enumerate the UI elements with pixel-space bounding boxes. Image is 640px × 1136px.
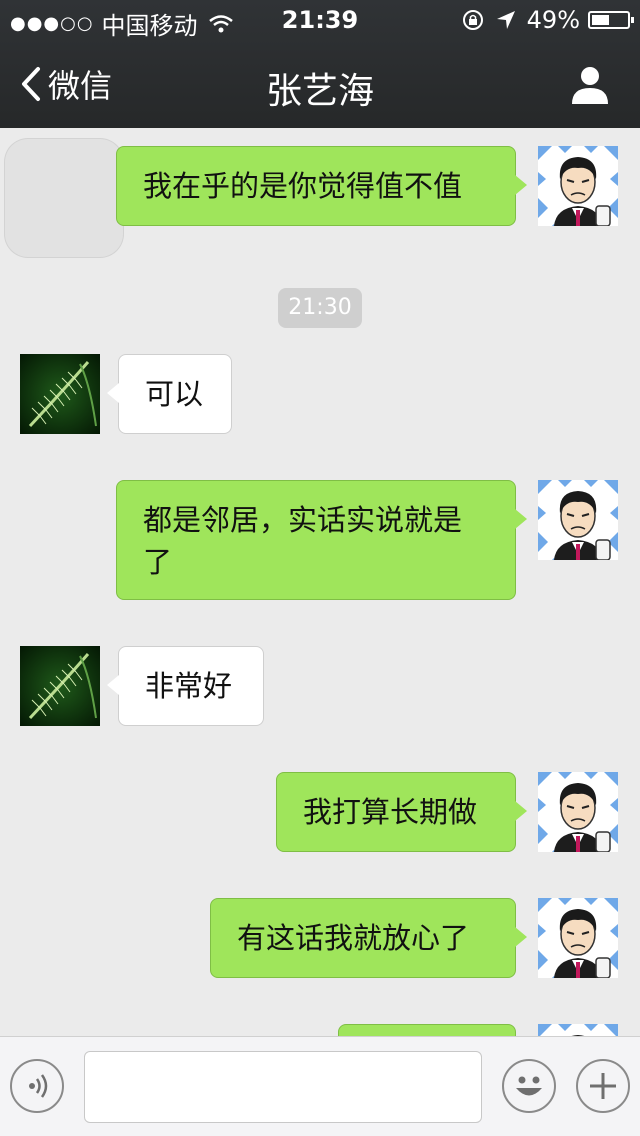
message-text-line: 都是邻居，实话实说就是 [143,503,463,537]
status-bar: ●●●○○ 中国移动 21:39 49% [0,0,640,40]
message-timestamp: 21:30 [278,288,362,328]
header: ●●●○○ 中国移动 21:39 49% 微信 张艺海 [0,0,640,128]
message-text: 非常好 [145,669,233,703]
status-right: 49% [461,6,634,34]
input-bar [0,1036,640,1136]
my-avatar[interactable] [538,480,618,560]
voice-icon [29,1074,48,1098]
message-bubble-sent[interactable]: 有这话我就放心了 [210,898,527,978]
message-bubble-sent[interactable]: 我打算长期做 [276,772,527,852]
my-avatar[interactable] [538,898,618,978]
message-text: 可以 [145,377,204,411]
battery-tip [631,17,634,23]
message-text: 有这话我就放心了 [237,921,470,955]
message-bubble-sent-partial[interactable] [338,1024,516,1036]
battery-level [592,15,609,25]
message-bubble-sent[interactable]: 我在乎的是你觉得值不值 [116,146,527,226]
emoji-icon [516,1076,542,1096]
plus-icon [590,1073,616,1099]
more-button[interactable] [576,1059,630,1113]
my-avatar[interactable] [538,146,618,226]
voice-button[interactable] [10,1059,64,1113]
message-text-line: 了 [143,545,173,579]
message-bubble-received[interactable]: 可以 [107,354,232,434]
emoji-button[interactable] [502,1059,556,1113]
contact-avatar[interactable] [20,354,100,434]
message-text: 我打算长期做 [303,795,478,829]
profile-icon[interactable] [570,64,610,104]
battery-percent: 49% [526,6,580,34]
message-bubble-sent[interactable]: 都是邻居，实话实说就是 了 [116,480,527,600]
location-icon [496,11,515,29]
message-input[interactable] [84,1051,482,1123]
contact-avatar[interactable] [20,646,100,726]
my-avatar[interactable] [538,772,618,852]
my-avatar[interactable] [538,1024,618,1036]
message-bubble-received[interactable]: 非常好 [107,646,264,726]
battery-icon [588,11,634,29]
message-text: 我在乎的是你觉得值不值 [143,169,463,203]
floating-assistive-button[interactable] [4,138,124,258]
chat-title: 张艺海 [265,71,374,112]
rotation-lock-icon [462,10,483,30]
chat-area[interactable]: 我在乎的是你觉得值不值 21:30 可以 都是邻居，实话实说就是 了 非常好 我… [0,128,640,1036]
